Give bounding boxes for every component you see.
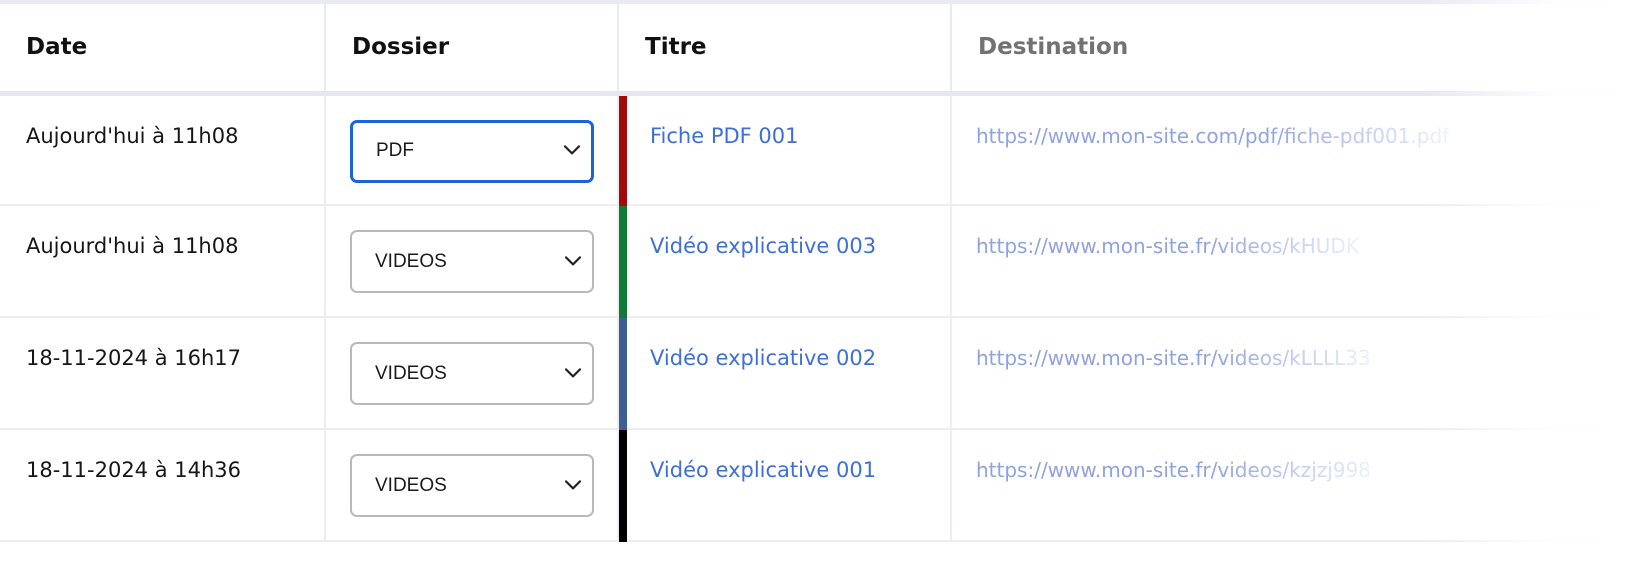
date-cell: Aujourd'hui à 11h08	[0, 93, 326, 206]
dossier-cell: VIDEOS	[325, 317, 619, 430]
destination-link[interactable]: https://www.mon-site.fr/videos/kLLLL33	[976, 346, 1371, 370]
destination-link[interactable]: https://www.mon-site.fr/videos/kHUDK	[976, 234, 1359, 258]
chevron-down-icon	[563, 145, 581, 155]
table-row: 18-11-2024 à 14h36 VIDEOS Vidéo explicat…	[0, 429, 1643, 542]
destination-cell: https://www.mon-site.fr/videos/kLLLL33	[951, 317, 1643, 430]
date-cell: 18-11-2024 à 16h17	[0, 317, 326, 430]
column-header-titre[interactable]: Titre	[618, 0, 952, 96]
links-table-container: Date Dossier Titre Destination Aujourd'h…	[0, 0, 1643, 569]
dossier-select[interactable]: PDF	[350, 119, 594, 183]
titre-link[interactable]: Vidéo explicative 003	[650, 234, 876, 258]
dossier-select[interactable]: VIDEOS	[350, 230, 594, 293]
row-accent-bar	[619, 318, 627, 430]
titre-cell: Fiche PDF 001	[618, 93, 952, 206]
table-header-row: Date Dossier Titre Destination	[0, 0, 1643, 96]
titre-link[interactable]: Fiche PDF 001	[650, 124, 799, 148]
dossier-select-value: VIDEOS	[375, 362, 447, 384]
row-accent-bar	[619, 95, 627, 206]
column-header-date[interactable]: Date	[0, 0, 326, 96]
destination-link[interactable]: https://www.mon-site.com/pdf/fiche-pdf00…	[976, 124, 1449, 148]
chevron-down-icon	[564, 479, 582, 489]
destination-cell: https://www.mon-site.fr/videos/kzjzj998	[951, 429, 1643, 542]
titre-cell: Vidéo explicative 001	[618, 429, 952, 542]
dossier-select[interactable]: VIDEOS	[350, 342, 594, 405]
chevron-down-icon	[564, 255, 582, 265]
column-header-destination[interactable]: Destination	[951, 0, 1643, 96]
date-cell: 18-11-2024 à 14h36	[0, 429, 326, 542]
chevron-down-icon	[564, 367, 582, 377]
date-cell: Aujourd'hui à 11h08	[0, 205, 326, 318]
dossier-cell: VIDEOS	[325, 205, 619, 318]
destination-cell: https://www.mon-site.com/pdf/fiche-pdf00…	[951, 93, 1643, 206]
table-row: Aujourd'hui à 11h08 PDF Fiche PDF 001 ht…	[0, 93, 1643, 206]
dossier-select-value: VIDEOS	[375, 474, 447, 496]
titre-link[interactable]: Vidéo explicative 002	[650, 346, 876, 370]
table-row: Aujourd'hui à 11h08 VIDEOS Vidéo explica…	[0, 205, 1643, 318]
column-header-dossier[interactable]: Dossier	[325, 0, 619, 96]
titre-cell: Vidéo explicative 002	[618, 317, 952, 430]
titre-cell: Vidéo explicative 003	[618, 205, 952, 318]
destination-link[interactable]: https://www.mon-site.fr/videos/kzjzj998	[976, 458, 1371, 482]
dossier-select-value: PDF	[376, 140, 414, 161]
table-row: 18-11-2024 à 16h17 VIDEOS Vidéo explicat…	[0, 317, 1643, 430]
dossier-select[interactable]: VIDEOS	[350, 454, 594, 517]
links-table: Date Dossier Titre Destination Aujourd'h…	[0, 0, 1643, 542]
row-accent-bar	[619, 206, 627, 318]
titre-link[interactable]: Vidéo explicative 001	[650, 458, 876, 482]
destination-cell: https://www.mon-site.fr/videos/kHUDK	[951, 205, 1643, 318]
dossier-select-value: VIDEOS	[375, 250, 447, 272]
row-accent-bar	[619, 430, 627, 542]
dossier-cell: PDF	[325, 93, 619, 206]
dossier-cell: VIDEOS	[325, 429, 619, 542]
